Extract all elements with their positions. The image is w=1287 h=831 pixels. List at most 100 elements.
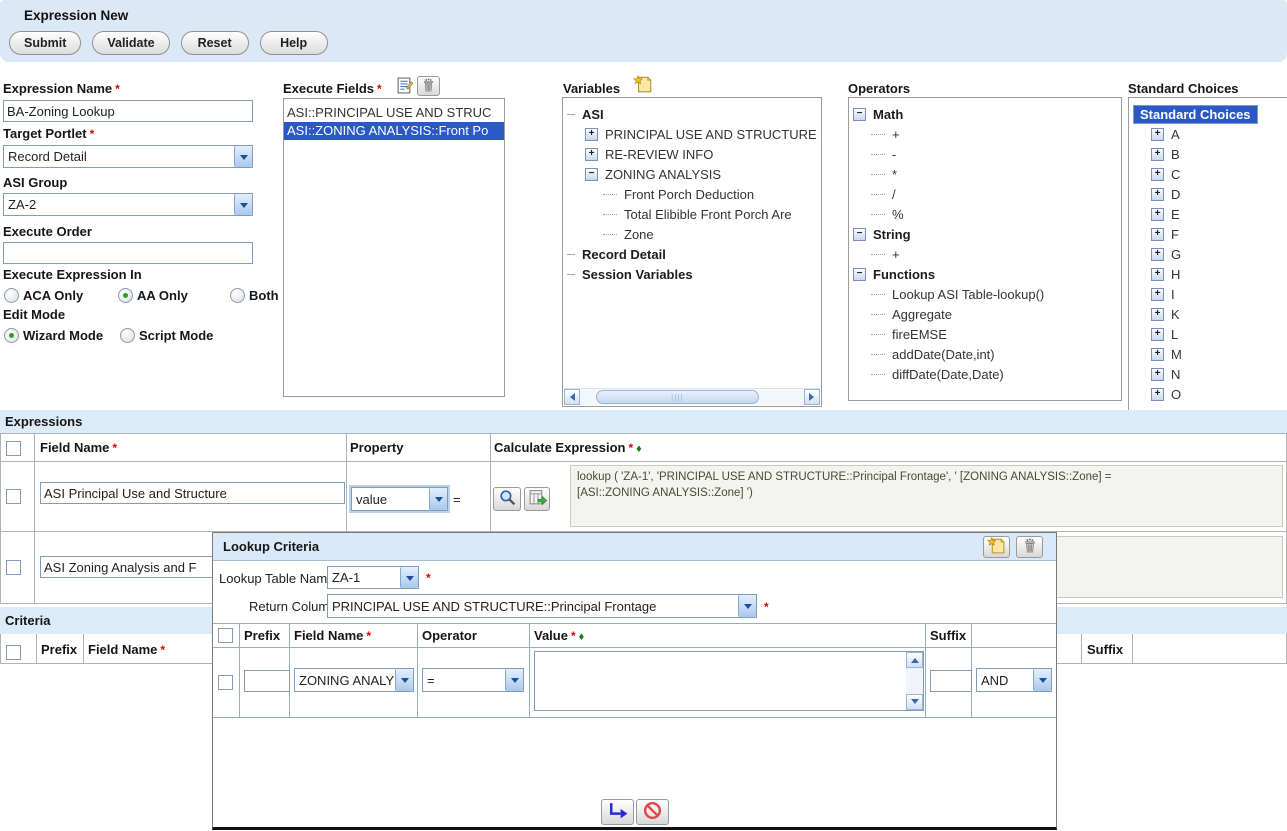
scroll-right-icon[interactable] [804, 389, 820, 405]
standard-choice-tree-item[interactable]: +H [1129, 264, 1287, 284]
operator-tree-item[interactable]: + [849, 244, 1121, 264]
select-all-checkbox[interactable] [6, 441, 21, 456]
suffix-input[interactable] [930, 670, 972, 692]
operator-tree-item[interactable]: diffDate(Date,Date) [849, 364, 1121, 384]
row-checkbox[interactable] [218, 675, 233, 690]
plus-icon[interactable]: + [1151, 168, 1164, 181]
delete-criteria-button[interactable] [1016, 536, 1043, 558]
variable-tree-item[interactable]: −ZONING ANALYSIS [563, 164, 821, 184]
variable-tree-item[interactable]: Session Variables [563, 264, 821, 284]
plus-icon[interactable]: + [1151, 268, 1164, 281]
variable-tree-item[interactable]: ASI [563, 104, 821, 124]
criteria-operator-select[interactable]: = [422, 668, 524, 692]
dialog-submit-button[interactable] [601, 799, 634, 825]
plus-icon[interactable]: + [1151, 248, 1164, 261]
delete-execute-field-button[interactable] [417, 76, 440, 96]
execute-order-input[interactable] [3, 242, 253, 264]
radio-wizard-mode[interactable]: Wizard Mode [4, 328, 103, 343]
execute-field-item[interactable]: ASI::PRINCIPAL USE AND STRUC [284, 104, 504, 122]
operator-tree-item[interactable]: −Functions [849, 264, 1121, 284]
operator-tree-item[interactable]: / [849, 184, 1121, 204]
lookup-button[interactable] [493, 487, 521, 511]
standard-choice-tree-item[interactable]: +A [1129, 124, 1287, 144]
add-criteria-button[interactable] [983, 536, 1010, 558]
operator-tree-item[interactable]: addDate(Date,int) [849, 344, 1121, 364]
standard-choice-tree-item[interactable]: +G [1129, 244, 1287, 264]
criteria-connector-select[interactable]: AND [976, 668, 1052, 692]
standard-choice-tree-item[interactable]: +B [1129, 144, 1287, 164]
variable-tree-item[interactable]: Record Detail [563, 244, 821, 264]
row-checkbox[interactable] [6, 560, 21, 575]
criteria-field-name-select[interactable]: ZONING ANALY [294, 668, 414, 692]
scroll-left-icon[interactable] [564, 389, 580, 405]
target-portlet-select[interactable]: Record Detail [3, 145, 253, 168]
minus-icon[interactable]: − [853, 108, 866, 121]
plus-icon[interactable]: + [585, 148, 598, 161]
calculate-expression-value[interactable]: lookup ( 'ZA-1', 'PRINCIPAL USE AND STRU… [570, 465, 1283, 527]
plus-icon[interactable]: + [1151, 148, 1164, 161]
plus-icon[interactable]: + [1151, 308, 1164, 321]
build-expression-button[interactable] [524, 487, 550, 511]
horizontal-scrollbar[interactable] [564, 388, 820, 405]
radio-script-mode[interactable]: Script Mode [120, 328, 213, 343]
operator-tree-item[interactable]: −Math [849, 104, 1121, 124]
variable-tree-item[interactable]: Zone [563, 224, 821, 244]
reset-button[interactable]: Reset [181, 31, 249, 55]
standard-choice-tree-item[interactable]: +N [1129, 364, 1287, 384]
plus-icon[interactable]: + [1151, 388, 1164, 401]
operator-tree-item[interactable]: - [849, 144, 1121, 164]
add-icon[interactable] [633, 75, 653, 96]
standard-choice-tree-item[interactable]: +L [1129, 324, 1287, 344]
operator-tree-item[interactable]: % [849, 204, 1121, 224]
plus-icon[interactable]: + [1151, 188, 1164, 201]
asi-group-select[interactable]: ZA-2 [3, 193, 253, 216]
standard-choice-tree-item[interactable]: −Standard Choices [1129, 104, 1287, 124]
standard-choice-tree-item[interactable]: +O [1129, 384, 1287, 404]
variable-tree-item[interactable]: Front Porch Deduction [563, 184, 821, 204]
plus-icon[interactable]: + [1151, 128, 1164, 141]
operator-tree-item[interactable]: −String [849, 224, 1121, 244]
minus-icon[interactable]: − [853, 268, 866, 281]
minus-icon[interactable]: − [853, 228, 866, 241]
return-column-select[interactable]: PRINCIPAL USE AND STRUCTURE::Principal F… [327, 594, 757, 618]
variable-tree-item[interactable]: Total Elibible Front Porch Are [563, 204, 821, 224]
plus-icon[interactable]: + [1151, 228, 1164, 241]
plus-icon[interactable]: + [1151, 328, 1164, 341]
standard-choice-tree-item[interactable]: +K [1129, 304, 1287, 324]
standard-choice-tree-item[interactable]: +C [1129, 164, 1287, 184]
plus-icon[interactable]: + [1151, 348, 1164, 361]
minus-icon[interactable]: − [585, 168, 598, 181]
operator-tree-item[interactable]: * [849, 164, 1121, 184]
variable-tree-item[interactable]: +RE-REVIEW INFO [563, 144, 821, 164]
standard-choice-tree-item[interactable]: +E [1129, 204, 1287, 224]
radio-aa-only[interactable]: AA Only [118, 288, 188, 303]
plus-icon[interactable]: + [1151, 368, 1164, 381]
operator-tree-item[interactable]: + [849, 124, 1121, 144]
help-button[interactable]: Help [260, 31, 328, 55]
plus-icon[interactable]: + [585, 128, 598, 141]
radio-both[interactable]: Both [230, 288, 279, 303]
execute-fields-listbox[interactable]: ASI::PRINCIPAL USE AND STRUCASI::ZONING … [283, 98, 505, 397]
row-checkbox[interactable] [6, 489, 21, 504]
plus-icon[interactable]: + [1151, 208, 1164, 221]
standard-choice-tree-item[interactable]: +M [1129, 344, 1287, 364]
lookup-table-name-select[interactable]: ZA-1 [327, 566, 419, 589]
standard-choice-tree-item[interactable]: +D [1129, 184, 1287, 204]
prefix-input[interactable] [244, 670, 290, 692]
submit-button[interactable]: Submit [9, 31, 81, 55]
variable-tree-item[interactable]: +PRINCIPAL USE AND STRUCTURE [563, 124, 821, 144]
criteria-value-textarea[interactable] [534, 651, 924, 711]
plus-icon[interactable]: + [1151, 288, 1164, 301]
execute-field-item[interactable]: ASI::ZONING ANALYSIS::Front Po [284, 122, 504, 140]
standard-choice-tree-item[interactable]: +I [1129, 284, 1287, 304]
vertical-scrollbar[interactable] [906, 652, 923, 710]
dialog-cancel-button[interactable] [636, 799, 669, 825]
property-select[interactable]: value [351, 487, 448, 511]
operator-tree-item[interactable]: fireEMSE [849, 324, 1121, 344]
scroll-down-icon[interactable] [906, 694, 923, 710]
assign-fields-icon[interactable] [396, 77, 413, 97]
operator-tree-item[interactable]: Aggregate [849, 304, 1121, 324]
expression-name-input[interactable] [3, 100, 253, 122]
validate-button[interactable]: Validate [92, 31, 169, 55]
standard-choice-tree-item[interactable]: +F [1129, 224, 1287, 244]
